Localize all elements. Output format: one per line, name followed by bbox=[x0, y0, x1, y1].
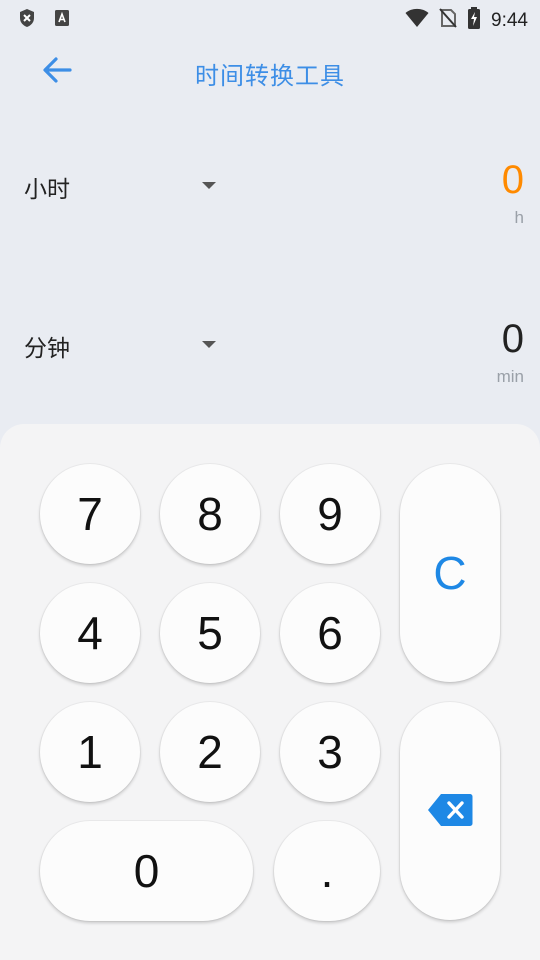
status-bar: 9:44 bbox=[0, 0, 540, 36]
clear-button[interactable]: C bbox=[400, 464, 500, 682]
unit-row-hours: 小时 0 h bbox=[0, 158, 540, 262]
unit-dropdown-hours[interactable]: 小时 bbox=[24, 162, 224, 212]
status-time: 9:44 bbox=[491, 9, 528, 31]
key-7[interactable]: 7 bbox=[40, 464, 140, 564]
unit-value-hours[interactable]: 0 bbox=[502, 158, 524, 203]
key-1[interactable]: 1 bbox=[40, 702, 140, 802]
app-header: 时间转换工具 bbox=[0, 36, 540, 108]
key-9[interactable]: 9 bbox=[280, 464, 380, 564]
backspace-icon bbox=[427, 784, 473, 838]
battery-charging-icon bbox=[467, 7, 481, 34]
key-0[interactable]: 0 bbox=[40, 821, 253, 921]
unit-row-minutes: 分钟 0 min bbox=[0, 317, 540, 421]
key-4[interactable]: 4 bbox=[40, 583, 140, 683]
wifi-icon bbox=[405, 8, 429, 33]
chevron-down-icon bbox=[202, 341, 216, 348]
key-3[interactable]: 3 bbox=[280, 702, 380, 802]
page-title: 时间转换工具 bbox=[195, 63, 345, 90]
key-5[interactable]: 5 bbox=[160, 583, 260, 683]
no-sim-icon bbox=[439, 8, 457, 33]
key-6[interactable]: 6 bbox=[280, 583, 380, 683]
shield-icon bbox=[18, 8, 36, 33]
unit-name-minutes: 分钟 bbox=[24, 335, 70, 361]
unit-dropdown-minutes[interactable]: 分钟 bbox=[24, 321, 224, 371]
keypad: 7 8 9 4 5 6 1 2 3 0 . C bbox=[0, 424, 540, 960]
key-decimal[interactable]: . bbox=[274, 821, 380, 921]
unit-symbol-minutes: min bbox=[496, 367, 524, 386]
key-2[interactable]: 2 bbox=[160, 702, 260, 802]
chevron-down-icon bbox=[202, 182, 216, 189]
keyboard-a-icon bbox=[54, 9, 70, 32]
key-8[interactable]: 8 bbox=[160, 464, 260, 564]
unit-name-hours: 小时 bbox=[24, 176, 70, 202]
backspace-button[interactable] bbox=[400, 702, 500, 920]
unit-value-minutes[interactable]: 0 bbox=[502, 317, 524, 362]
unit-symbol-hours: h bbox=[514, 208, 524, 227]
